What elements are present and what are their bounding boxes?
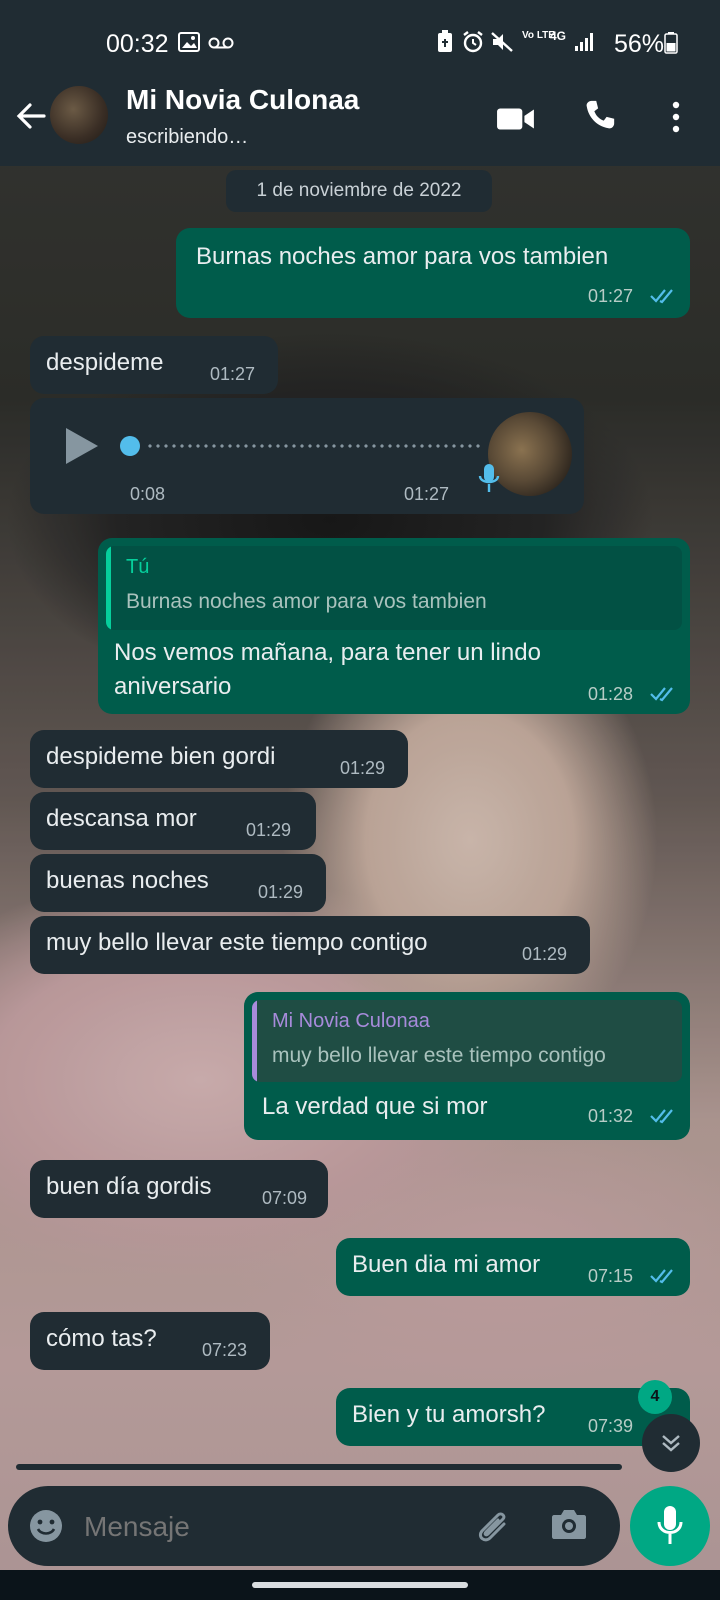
signal-icon: [575, 33, 593, 51]
message-outgoing-reply[interactable]: Mi Novia Culonaa muy bello llevar este t…: [244, 992, 690, 1140]
message-incoming[interactable]: descansa mor 01:29: [30, 792, 316, 850]
message-text-line-2: aniversario: [114, 673, 232, 700]
message-time: 01:27: [404, 484, 450, 504]
mute-icon: [491, 32, 513, 52]
quoted-message[interactable]: Mi Novia Culonaa muy bello llevar este t…: [252, 1000, 682, 1082]
waveform[interactable]: [146, 444, 480, 448]
battery-percent: 56%: [614, 30, 665, 58]
status-bar: 00:32 Vo LTE 4G 56%: [0, 0, 720, 84]
voicemail-icon: [208, 37, 234, 49]
date-divider: 1 de noviembre de 2022: [226, 170, 492, 212]
mic-icon: [478, 464, 500, 492]
scroll-to-bottom-button[interactable]: [642, 1414, 700, 1472]
quote-text: Burnas noches amor para vos tambien: [126, 590, 487, 613]
voice-message[interactable]: 0:08 01:27: [30, 398, 584, 514]
battery-icon: [664, 32, 678, 54]
quoted-message[interactable]: Tú Burnas noches amor para vos tambien: [106, 546, 682, 630]
video-call-icon[interactable]: [496, 102, 536, 136]
message-incoming[interactable]: buenas noches 01:29: [30, 854, 326, 912]
message-incoming[interactable]: buen día gordis 07:09: [30, 1160, 328, 1218]
message-text: La verdad que si mor: [262, 1093, 488, 1120]
message-incoming[interactable]: cómo tas? 07:23: [30, 1312, 270, 1370]
emoji-icon[interactable]: [28, 1508, 64, 1544]
camera-icon[interactable]: [550, 1506, 588, 1542]
message-outgoing[interactable]: Buen dia mi amor 07:15: [336, 1238, 690, 1296]
seek-handle[interactable]: [120, 436, 140, 456]
message-text-line-1: Nos vemos mañana, para tener un lindo: [114, 639, 541, 666]
quote-bar: [106, 546, 111, 630]
message-time: 01:29: [258, 882, 304, 902]
message-text: muy bello llevar este tiempo contigo: [46, 929, 428, 956]
composer-divider: [16, 1464, 622, 1470]
home-gesture-pill[interactable]: [252, 1582, 468, 1588]
voice-duration: 0:08: [130, 484, 166, 504]
read-ticks-icon: [650, 1109, 673, 1124]
message-text: despideme bien gordi: [46, 743, 276, 770]
typing-status: escribiendo…: [126, 126, 249, 148]
message-text: descansa mor: [46, 805, 197, 832]
message-text: cómo tas?: [46, 1325, 157, 1352]
back-arrow-icon[interactable]: [14, 98, 50, 134]
message-input[interactable]: [82, 1504, 466, 1550]
gallery-icon: [178, 32, 200, 52]
chat-header: Mi Novia Culonaa escribiendo…: [0, 84, 720, 166]
status-time: 00:32: [106, 30, 169, 58]
message-text: Bien y tu amorsh?: [352, 1401, 546, 1428]
read-ticks-icon: [650, 289, 673, 304]
4g-icon: 4G: [550, 29, 567, 43]
unread-count-badge: 4: [638, 1380, 672, 1414]
message-composer[interactable]: [8, 1486, 620, 1566]
quote-text: muy bello llevar este tiempo contigo: [272, 1044, 606, 1067]
message-text: buen día gordis: [46, 1173, 212, 1200]
message-outgoing[interactable]: Burnas noches amor para vos tambien 01:2…: [176, 228, 690, 318]
message-time: 01:27: [588, 286, 634, 306]
message-text: buenas noches: [46, 867, 209, 894]
message-time: 01:29: [246, 820, 292, 840]
sender-avatar: [488, 412, 572, 496]
message-incoming[interactable]: despideme bien gordi 01:29: [30, 730, 408, 788]
message-time: 01:29: [340, 758, 386, 778]
message-text: Burnas noches amor para vos tambien: [196, 243, 609, 270]
message-outgoing[interactable]: Bien y tu amorsh? 07:39: [336, 1388, 690, 1446]
message-time: 07:15: [588, 1266, 634, 1286]
attach-icon[interactable]: [474, 1506, 512, 1546]
voice-record-button[interactable]: [630, 1486, 710, 1566]
message-outgoing-reply[interactable]: Tú Burnas noches amor para vos tambien N…: [98, 538, 690, 714]
quote-author: Mi Novia Culonaa: [272, 1010, 430, 1032]
message-text: despideme: [46, 349, 164, 376]
play-icon[interactable]: [64, 426, 100, 466]
message-time: 01:28: [588, 684, 634, 704]
phone-icon[interactable]: [580, 98, 620, 132]
mic-icon: [657, 1506, 683, 1544]
message-incoming[interactable]: muy bello llevar este tiempo contigo 01:…: [30, 916, 590, 974]
read-ticks-icon: [650, 687, 673, 702]
chevron-double-down-icon: [662, 1435, 680, 1452]
message-time: 01:27: [210, 364, 256, 384]
contact-name[interactable]: Mi Novia Culonaa: [126, 84, 359, 116]
contact-avatar[interactable]: [50, 86, 108, 144]
battery-saver-icon: [438, 30, 452, 52]
read-ticks-icon: [650, 1269, 673, 1284]
message-time: 07:23: [202, 1340, 248, 1360]
alarm-icon: [463, 31, 483, 53]
more-vert-icon[interactable]: [656, 100, 696, 134]
quote-author: Tú: [126, 556, 150, 578]
quote-bar: [252, 1000, 257, 1082]
message-time: 07:09: [262, 1188, 308, 1208]
message-time: 07:39: [588, 1416, 634, 1436]
message-text: Buen dia mi amor: [352, 1251, 541, 1278]
message-time: 01:29: [522, 944, 568, 964]
message-incoming[interactable]: despideme 01:27: [30, 336, 278, 394]
message-time: 01:32: [588, 1106, 634, 1126]
